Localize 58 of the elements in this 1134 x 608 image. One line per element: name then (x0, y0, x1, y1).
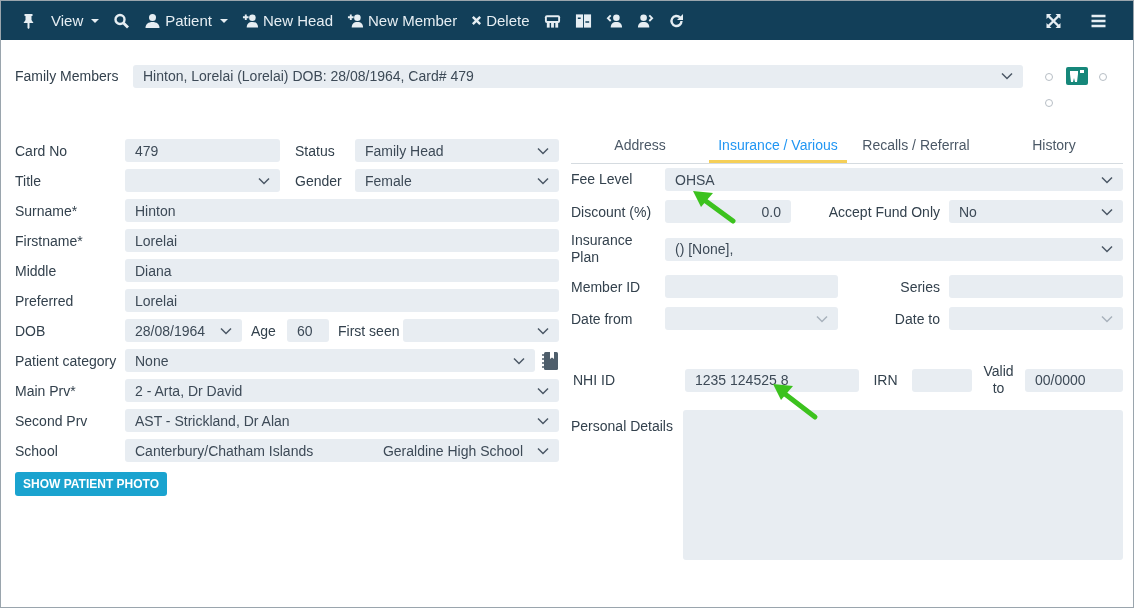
field-label: Family Members (15, 68, 120, 84)
field-label: Patient category (15, 352, 118, 369)
dropdown-field[interactable]: Family Head (355, 139, 559, 162)
dropdown-field[interactable]: AST - Strickland, Dr Alan (125, 409, 559, 432)
text-field[interactable]: Hinton (125, 199, 559, 222)
toolbar-button[interactable]: Patient (137, 5, 235, 36)
field-label: Title (15, 172, 42, 189)
text-field[interactable]: 60 (287, 319, 329, 342)
text-field[interactable]: 00/0000 (1025, 368, 1123, 392)
field-label: Date to (893, 310, 941, 327)
text-field[interactable]: 479 (125, 139, 280, 162)
dropdown-field[interactable]: OHSA (665, 168, 1123, 191)
toolbar-button[interactable]: New Head (234, 5, 340, 36)
field-label: NHI ID (573, 372, 616, 388)
field-label: Valid to (982, 363, 1015, 397)
field-label: Age (250, 322, 277, 339)
dropdown-field[interactable]: Canterbury/Chatham Islands Geraldine High School (125, 439, 559, 462)
field-label: School (15, 442, 59, 459)
field-label: Fee Level (571, 171, 634, 188)
field-label: IRN (872, 371, 899, 389)
text-field[interactable]: 1235 124525 8 (685, 368, 859, 392)
dropdown-field[interactable]: 28/08/1964 (125, 319, 242, 342)
field-label: Firstname* (15, 232, 84, 249)
dropdown-field[interactable]: Hinton, Lorelai (Lorelai) DOB: 28/08/1964, Card# 479 (133, 64, 1023, 88)
toolbar-button[interactable]: Delete (464, 5, 537, 36)
field-label: Card No (15, 142, 69, 159)
field-label: Main Prv* (15, 382, 77, 399)
dropdown-field[interactable]: None (125, 349, 535, 372)
field-label: Status (294, 142, 336, 159)
toolbar-button[interactable]: New Member (340, 5, 465, 36)
text-field[interactable]: Lorelai (125, 229, 559, 252)
field-label: Gender (294, 172, 343, 189)
field-label: Discount (%) (571, 203, 653, 220)
toolbar-button[interactable]: View (44, 5, 107, 36)
tab[interactable]: Address (571, 130, 709, 163)
number-field[interactable]: 0.0 (665, 200, 791, 223)
dropdown-field[interactable]: No (949, 200, 1123, 223)
region-text: Canterbury/Chatham Islands (135, 442, 314, 459)
field-label: Member ID (571, 278, 642, 295)
field-label: DOB (15, 322, 47, 339)
field-label: Personal Details (571, 417, 674, 434)
field-label: Insurance Plan (571, 232, 634, 266)
field-label: Preferred (15, 292, 75, 309)
text-field[interactable]: Diana (125, 259, 559, 282)
field-label: Date from (571, 310, 634, 327)
dropdown-field[interactable]: () [None], (665, 237, 1123, 261)
tab[interactable]: History (985, 130, 1123, 163)
field-label: Middle (15, 262, 58, 279)
dropdown-field[interactable]: 2 - Arta, Dr David (125, 379, 559, 402)
field-label: Accept Fund Only (827, 203, 941, 220)
tab[interactable]: Recalls / Referral (847, 130, 985, 163)
text-field[interactable]: Lorelai (125, 289, 559, 312)
field-label: First seen (337, 322, 401, 339)
field-label: Second Prv (15, 412, 89, 429)
dropdown-field[interactable]: Female (355, 169, 559, 192)
school-text: Geraldine High School (382, 442, 523, 459)
field-label: Surname* (15, 202, 79, 219)
field-label: Series (899, 278, 941, 295)
